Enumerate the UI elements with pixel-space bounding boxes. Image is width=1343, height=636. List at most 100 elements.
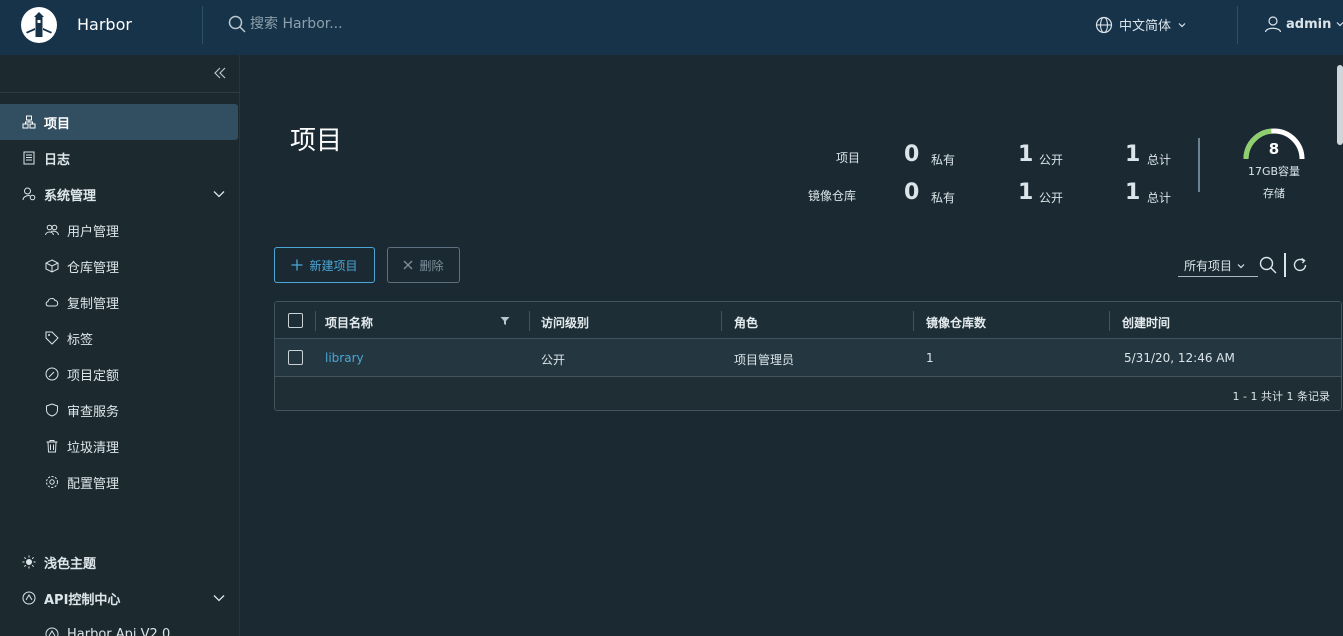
- table-row[interactable]: library 公开 项目管理员 1 5/31/20, 12:46 AM: [275, 339, 1341, 377]
- new-project-button[interactable]: 新建项目: [274, 247, 375, 283]
- page-scrollbar[interactable]: [1337, 65, 1343, 145]
- api-icon: [22, 591, 36, 605]
- sidebar-item-logs[interactable]: 日志: [0, 140, 238, 176]
- collapse-sidebar-icon[interactable]: [213, 66, 227, 80]
- column-divider: [913, 311, 914, 331]
- sidebar-item-label: 审查服务: [67, 404, 120, 420]
- sidebar-item-users[interactable]: 用户管理: [0, 212, 238, 248]
- project-role: 项目管理员: [734, 353, 795, 367]
- user-icon: [1264, 15, 1282, 33]
- sidebar-item-configuration[interactable]: 配置管理: [0, 464, 238, 500]
- sidebar-item-label: 用户管理: [67, 224, 120, 240]
- column-header-created[interactable]: 创建时间: [1122, 314, 1170, 331]
- chevron-down-icon: [1236, 261, 1246, 271]
- stat-total-label: 总计: [1147, 153, 1172, 167]
- gear-icon: [45, 475, 59, 489]
- sidebar-item-label: 系统管理: [44, 188, 97, 204]
- column-header-name[interactable]: 项目名称: [325, 314, 373, 331]
- sidebar-item-label: 浅色主题: [44, 556, 97, 572]
- row-checkbox[interactable]: [288, 350, 303, 365]
- close-icon: [403, 260, 413, 270]
- shield-icon: [45, 403, 59, 417]
- stat-private-label: 私有: [931, 153, 956, 167]
- stat-total-label: 总计: [1147, 191, 1172, 205]
- table-header: 项目名称 访问级别 角色 镜像仓库数 创建时间: [275, 302, 1341, 339]
- sidebar-item-registries[interactable]: 仓库管理: [0, 248, 238, 284]
- sidebar-item-label: Harbor Api V2.0: [67, 626, 171, 636]
- sidebar-item-label: 日志: [44, 152, 71, 168]
- column-header-repo-count[interactable]: 镜像仓库数: [926, 314, 986, 331]
- search-icon[interactable]: [1259, 256, 1277, 274]
- refresh-icon[interactable]: [1291, 256, 1309, 274]
- globe-icon: [1095, 16, 1113, 34]
- search-icon: [228, 15, 246, 33]
- chevron-down-icon: [212, 187, 226, 201]
- chevron-down-icon: [1335, 19, 1343, 29]
- column-header-access[interactable]: 访问级别: [541, 314, 589, 331]
- delete-button[interactable]: 删除: [387, 247, 460, 283]
- new-project-label: 新建项目: [309, 258, 358, 273]
- sidebar-item-label: 配置管理: [67, 476, 120, 492]
- filter-icon[interactable]: [500, 316, 510, 326]
- projects-icon: [22, 115, 36, 129]
- users-icon: [45, 223, 59, 237]
- sidebar-item-label: 项目定额: [67, 368, 120, 384]
- column-divider: [1109, 311, 1110, 331]
- sidebar-item-labels[interactable]: 标签: [0, 320, 238, 356]
- stat-private-label: 私有: [931, 191, 956, 205]
- header-divider: [1237, 6, 1238, 44]
- search-input[interactable]: [250, 16, 490, 32]
- sidebar-item-quotas[interactable]: 项目定额: [0, 356, 238, 392]
- user-menu[interactable]: admin: [1264, 15, 1343, 33]
- sidebar-item-gc[interactable]: 垃圾清理: [0, 428, 238, 464]
- stat-repos-total: 1: [1125, 180, 1141, 205]
- sidebar-item-interrogation[interactable]: 审查服务: [0, 392, 238, 428]
- project-repo-count: 1: [926, 351, 934, 365]
- stat-projects-private: 0: [904, 142, 920, 167]
- projects-table: 项目名称 访问级别 角色 镜像仓库数 创建时间 library 公开 项目管理员…: [274, 301, 1342, 411]
- sidebar-item-admin[interactable]: 系统管理: [0, 176, 238, 212]
- stat-public-label: 公开: [1039, 153, 1064, 167]
- stat-repos-public: 1: [1018, 180, 1034, 205]
- sidebar-divider: [0, 92, 240, 93]
- global-search[interactable]: [228, 15, 490, 33]
- sidebar-item-projects[interactable]: 项目: [0, 104, 238, 140]
- stat-projects-total: 1: [1125, 142, 1141, 167]
- tag-icon: [45, 331, 59, 345]
- brand-name[interactable]: Harbor: [77, 15, 132, 34]
- stats-divider: [1198, 138, 1200, 192]
- sidebar-item-api-center[interactable]: API控制中心: [0, 580, 238, 616]
- stat-repos-private: 0: [904, 180, 920, 205]
- language-selector[interactable]: 中文简体: [1095, 15, 1187, 34]
- sidebar-item-label: API控制中心: [44, 592, 121, 608]
- storage-capacity: 17GB容量: [1247, 165, 1301, 178]
- sun-icon: [22, 555, 36, 569]
- sidebar-item-api-v2[interactable]: Harbor Api V2.0: [0, 616, 238, 636]
- trash-icon: [45, 439, 59, 453]
- pagination-summary: 1 - 1 共计 1 条记录: [1232, 390, 1330, 403]
- page-title: 项目: [290, 126, 343, 156]
- stat-repos-label: 镜像仓库: [808, 189, 857, 203]
- dashboard-icon: [45, 367, 59, 381]
- harbor-logo-icon[interactable]: [20, 6, 58, 44]
- delete-label: 删除: [419, 258, 444, 273]
- sidebar-item-theme[interactable]: 浅色主题: [0, 544, 238, 580]
- project-name-link[interactable]: library: [325, 351, 364, 365]
- column-divider: [315, 311, 316, 331]
- sidebar-item-replications[interactable]: 复制管理: [0, 284, 238, 320]
- select-all-checkbox[interactable]: [288, 313, 303, 328]
- project-created: 5/31/20, 12:46 AM: [1124, 351, 1235, 365]
- column-divider: [721, 311, 722, 331]
- chevron-down-icon: [1177, 20, 1187, 30]
- cloud-icon: [45, 295, 59, 309]
- project-access: 公开: [541, 353, 566, 367]
- stat-public-label: 公开: [1039, 191, 1064, 205]
- column-header-role[interactable]: 角色: [734, 314, 758, 331]
- header-divider: [202, 6, 203, 44]
- project-filter-select[interactable]: 所有项目: [1178, 255, 1258, 277]
- stat-projects-public: 1: [1018, 142, 1034, 167]
- storage-label: 存储: [1263, 187, 1285, 200]
- logs-icon: [22, 151, 36, 165]
- sidebar: 项目 日志 系统管理 用户管理 仓库管理 复制管理 标签 项目定额 审查服务 垃…: [0, 55, 240, 636]
- stat-projects-label: 项目: [836, 151, 861, 165]
